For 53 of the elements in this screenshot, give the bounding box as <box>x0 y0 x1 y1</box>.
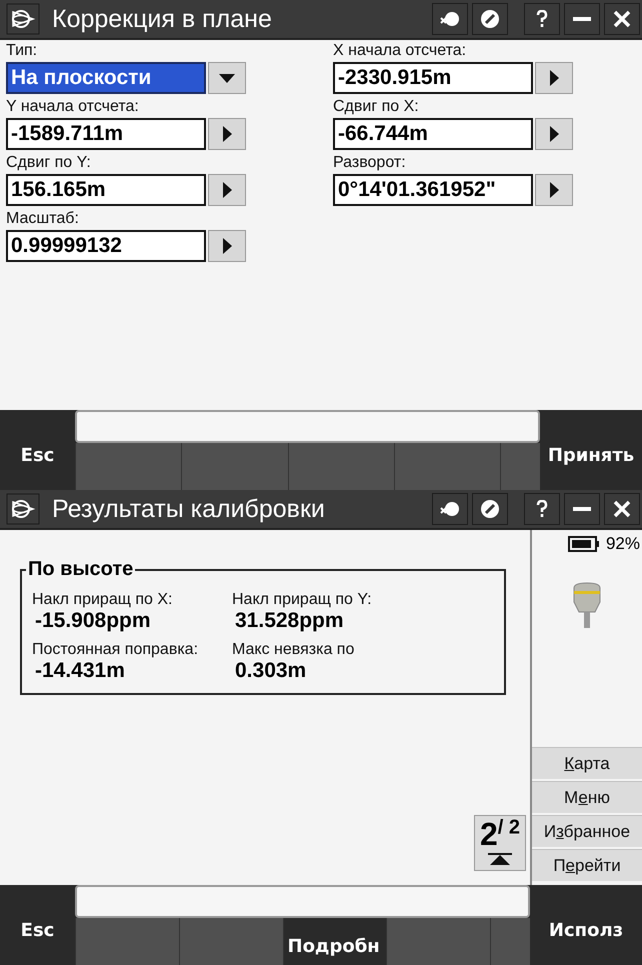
dropdown-caret-icon[interactable] <box>208 62 246 94</box>
close-icon[interactable] <box>604 3 640 35</box>
input-field[interactable]: 0°14'01.361952" <box>333 174 533 206</box>
group-title: По высоте <box>27 558 134 581</box>
side-menu-button[interactable]: Меню <box>532 781 642 813</box>
satellite-icon[interactable] <box>432 493 468 525</box>
arrow-right-icon[interactable] <box>535 62 573 94</box>
field-label: Сдвиг по X: <box>333 98 420 116</box>
battery-level: 92% <box>606 534 640 554</box>
arrow-right-icon[interactable] <box>208 174 246 206</box>
field-label: Разворот: <box>333 154 407 172</box>
field-label: Тип: <box>6 42 38 60</box>
scroll-to-top-icon[interactable] <box>488 853 512 865</box>
minimize-icon[interactable] <box>564 493 600 525</box>
input-field[interactable]: 156.165m <box>6 174 206 206</box>
field-label: Масштаб: <box>6 210 80 228</box>
dropdown-field[interactable]: На плоскости <box>6 62 206 94</box>
input-field[interactable]: -1589.711m <box>6 118 206 150</box>
result-label: Постоянная поправка: <box>32 641 200 659</box>
arrow-right-icon[interactable] <box>208 118 246 150</box>
field-label: Сдвиг по Y: <box>6 154 92 172</box>
input-field[interactable]: -2330.915m <box>333 62 533 94</box>
gps-receiver-icon <box>571 582 603 630</box>
help-icon[interactable] <box>524 493 560 525</box>
input-field[interactable]: 0.99999132 <box>6 230 206 262</box>
arrow-right-icon[interactable] <box>535 174 573 206</box>
page-button[interactable]: 2$^{/ 2}$ <box>474 815 526 871</box>
arrow-right-icon[interactable] <box>208 230 246 262</box>
app-logo-icon[interactable] <box>6 493 40 525</box>
battery-icon <box>568 536 600 552</box>
no-entry-icon[interactable] <box>472 3 508 35</box>
result-value: -14.431m <box>35 659 126 683</box>
close-icon[interactable] <box>604 493 640 525</box>
result-value: 0.303m <box>235 659 308 683</box>
result-label: Макс невязка по <box>232 641 356 659</box>
side-menu-button[interactable]: Перейти <box>532 849 642 881</box>
minimize-icon[interactable] <box>564 3 600 35</box>
arrow-right-icon[interactable] <box>535 118 573 150</box>
result-label: Накл приращ по Y: <box>232 591 373 609</box>
field-label: Y начала отсчета: <box>6 98 140 116</box>
window-title: Результаты калибровки <box>52 494 326 524</box>
result-value: -15.908ppm <box>35 609 152 633</box>
app-logo-icon[interactable] <box>6 3 40 35</box>
side-menu-button[interactable]: Карта <box>532 747 642 779</box>
help-icon[interactable] <box>524 3 560 35</box>
input-field[interactable]: -66.744m <box>333 118 533 150</box>
field-label: X начала отсчета: <box>333 42 468 60</box>
result-label: Накл приращ по X: <box>32 591 174 609</box>
window-title: Коррекция в плане <box>52 4 273 34</box>
no-entry-icon[interactable] <box>472 493 508 525</box>
result-value: 31.528ppm <box>235 609 345 633</box>
side-menu-button[interactable]: Избранное <box>532 815 642 847</box>
satellite-icon[interactable] <box>432 3 468 35</box>
